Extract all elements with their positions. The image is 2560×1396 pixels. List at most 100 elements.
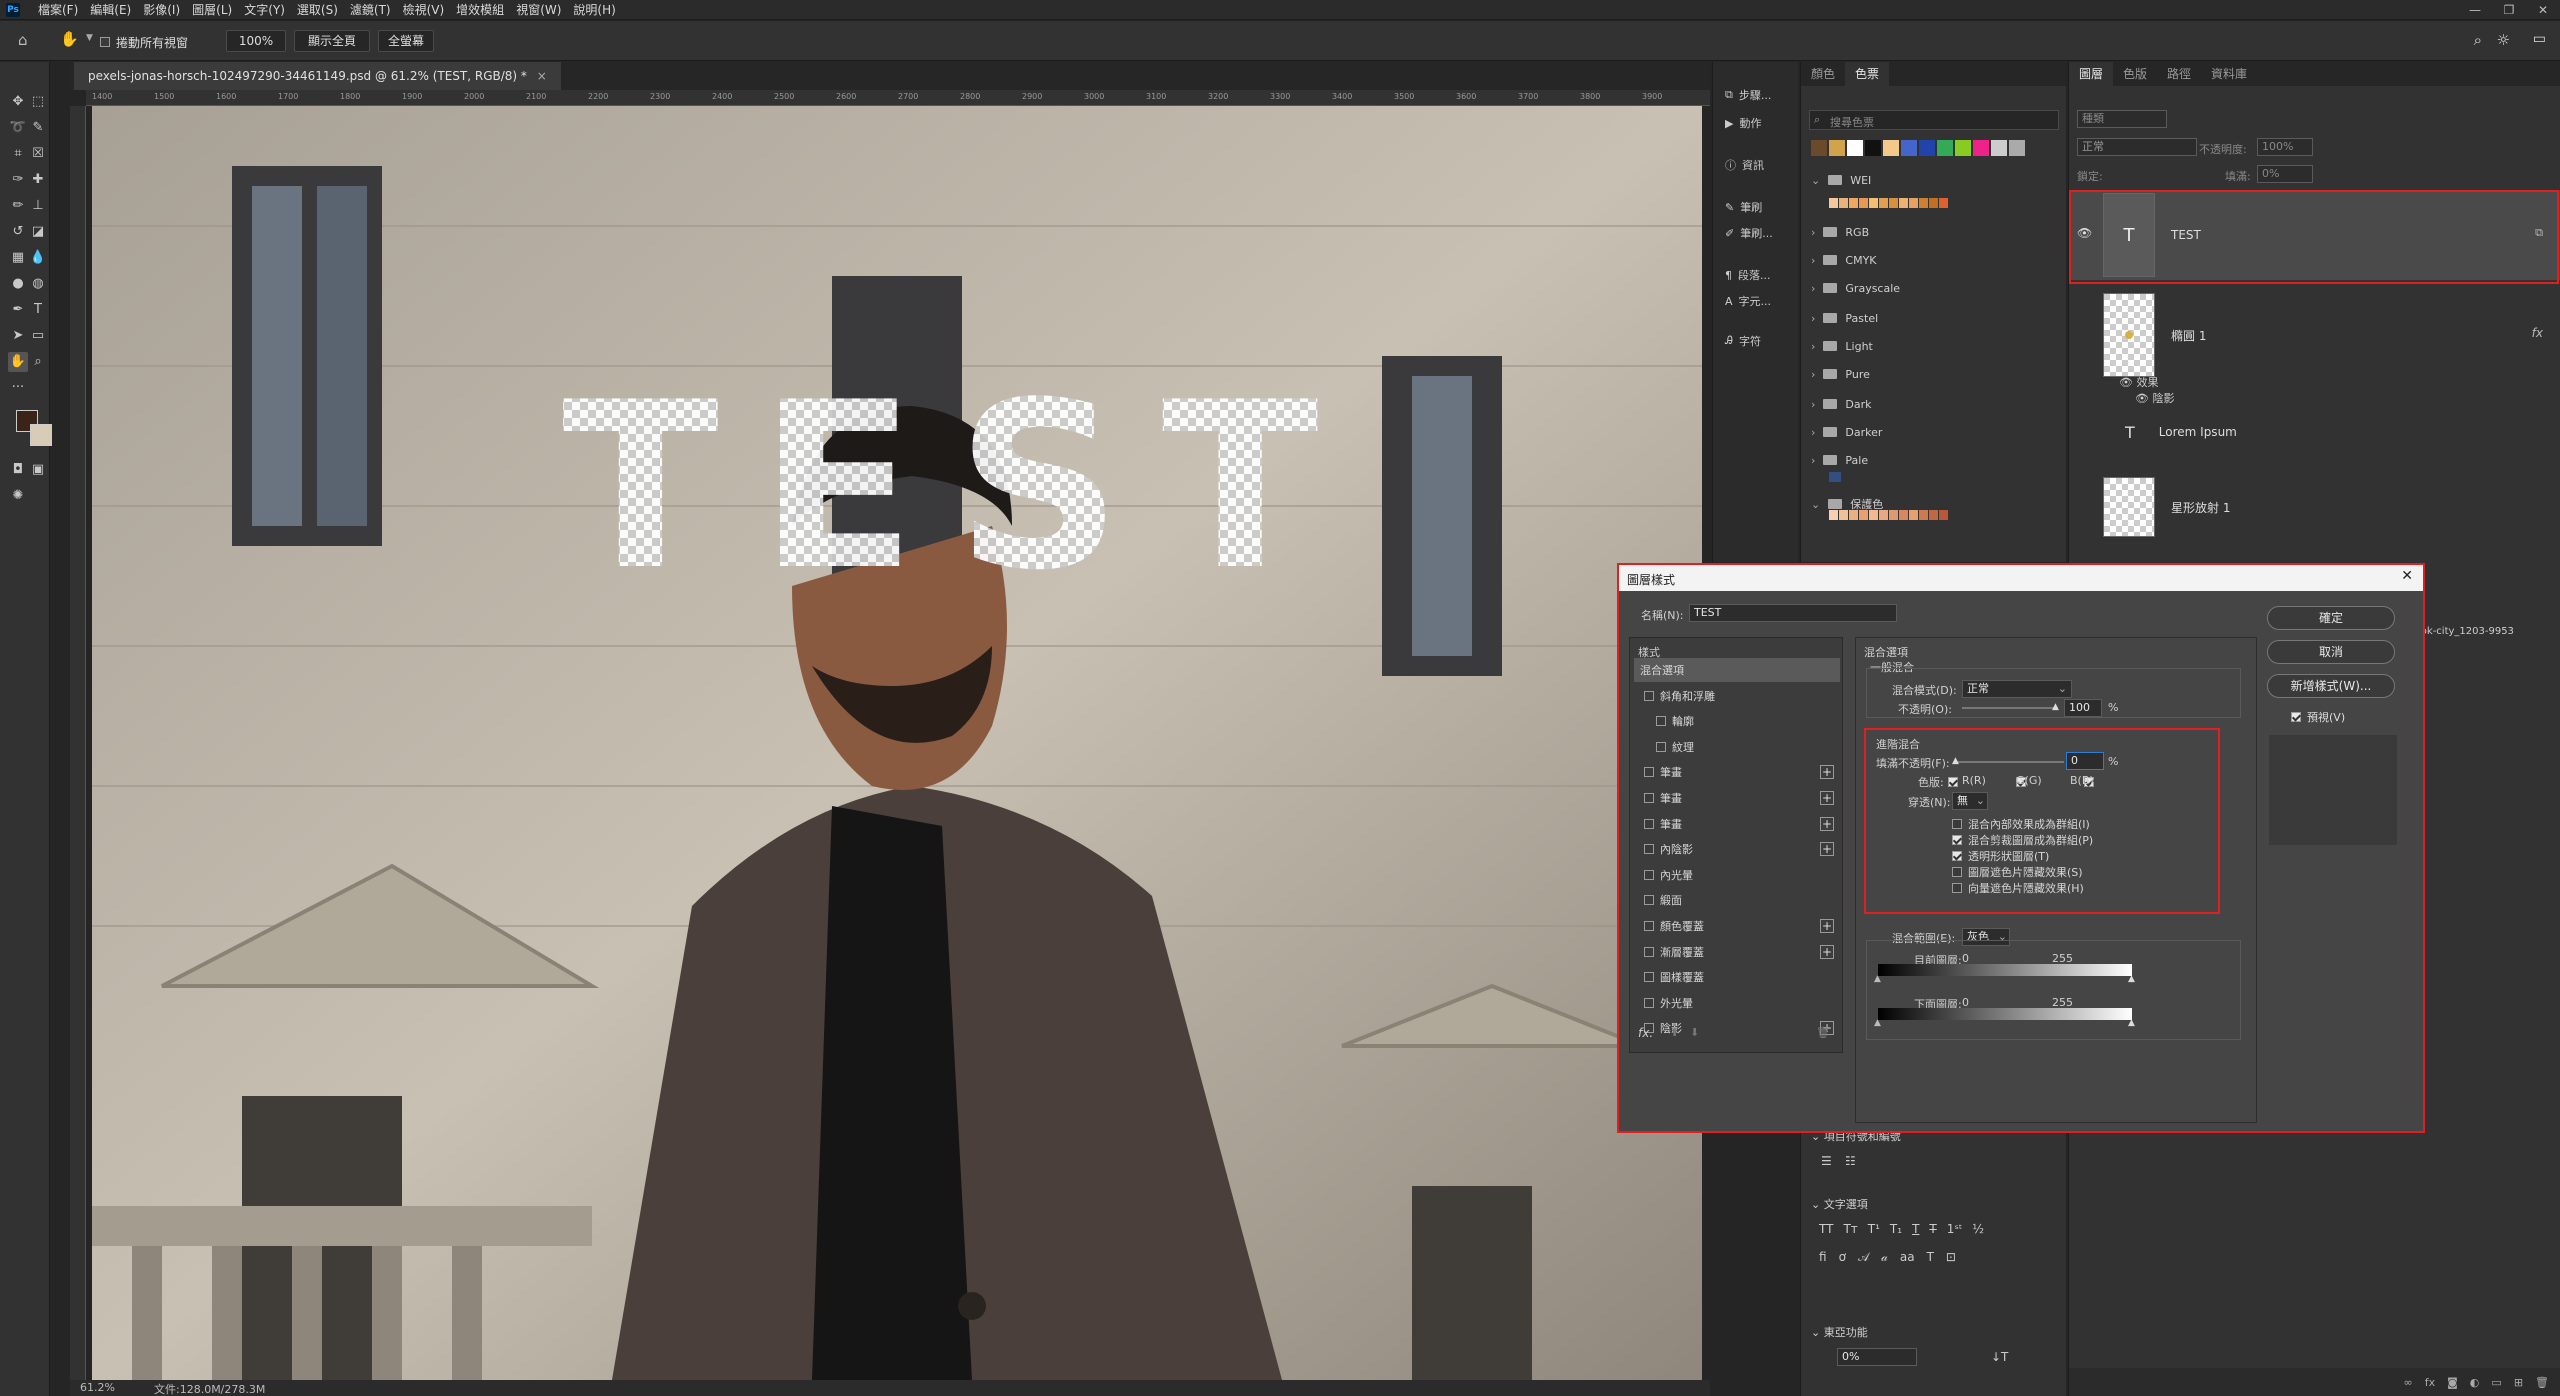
fx-menu-icon[interactable]: fx. [1638,1026,1653,1040]
gradient-tool-icon[interactable]: ▦ [8,248,28,268]
workspace-icon[interactable]: ▭ [2533,31,2546,47]
tab-libraries[interactable]: 資料庫 [2201,62,2257,86]
swatch-group[interactable]: › Light [1811,336,1873,356]
more-tools-icon[interactable]: ··· [8,378,28,398]
add-effect-icon[interactable]: + [1820,791,1834,805]
menu-item[interactable]: 編輯(E) [84,0,137,20]
trash-icon[interactable]: 🗑 [2535,1376,2549,1389]
swatch-group[interactable]: › Pale [1811,450,1868,470]
color-swatch[interactable] [1899,198,1908,208]
dock-item[interactable]: ✐ 筆刷... [1713,220,1799,246]
brush-tool-icon[interactable]: ✏ [8,196,28,216]
style-item[interactable]: 內光暈 [1634,863,1840,887]
fill-screen-button[interactable]: 全螢幕 [378,30,434,52]
color-swatch[interactable] [1991,140,2007,156]
style-item[interactable]: 內陰影 + [1634,837,1840,861]
history-brush-icon[interactable]: ↺ [8,222,28,242]
color-swatch[interactable] [1849,198,1858,208]
color-swatch[interactable] [1955,140,1971,156]
swatch-group[interactable]: ⌄ WEI [1811,170,1871,190]
superscript-icon[interactable]: T¹ [1868,1222,1880,1236]
style-item[interactable]: 緞面 [1634,888,1840,912]
restore-icon[interactable]: ❐ [2492,0,2526,20]
opacity-field[interactable]: 100% [2257,138,2313,156]
dialog-close-icon[interactable]: ✕ [2401,568,2413,584]
layer-row-starburst[interactable]: 星形放射 1 [2069,462,2560,552]
ordinal-icon[interactable]: 1ˢᵗ [1947,1222,1963,1236]
color-swatch[interactable] [1847,140,1863,156]
style-checkbox[interactable] [1644,767,1654,778]
advanced-option-row[interactable]: 向量遮色片隱藏效果(H) [1952,880,2084,896]
menu-item[interactable]: 選取(S) [291,0,344,20]
color-swatch[interactable] [1889,510,1898,520]
discretionary-lig-icon[interactable]: ơ [1839,1250,1846,1265]
color-swatch[interactable] [1919,140,1935,156]
style-item[interactable]: 圖樣覆蓋 [1634,965,1840,989]
advanced-option-checkbox[interactable] [1952,851,1962,861]
layer-row-lorem[interactable]: T Lorem Ipsum [2069,412,2560,452]
kind-filter[interactable]: 種類 [2077,110,2167,128]
style-name-field[interactable]: TEST [1689,604,1897,622]
menu-item[interactable]: 檔案(F) [32,0,84,20]
color-swatch[interactable] [1973,140,1989,156]
dock-item[interactable]: ▶ 動作 [1713,110,1799,136]
generative-icon[interactable]: ✺ [8,486,28,506]
style-checkbox[interactable] [1644,997,1654,1008]
style-checkbox[interactable] [1644,690,1654,701]
blur-tool-icon[interactable]: 💧 [28,248,48,268]
advanced-option-checkbox[interactable] [1952,883,1962,893]
color-swatch[interactable] [1869,510,1878,520]
scroll-all-checkbox[interactable] [100,37,110,47]
tsume-field[interactable]: 0% [1837,1348,1917,1366]
opacity-slider-track[interactable] [1962,707,2058,709]
marquee-tool-icon[interactable]: ⬚ [28,92,48,112]
adjustment-icon[interactable]: ◐ [2470,1376,2480,1389]
color-swatch[interactable] [1869,198,1878,208]
style-item[interactable]: 外光暈 [1634,991,1840,1015]
swatch-group[interactable]: › Pastel [1811,308,1878,328]
color-swatch[interactable] [1829,198,1838,208]
color-swatch[interactable] [1939,510,1948,520]
menu-item[interactable]: 視窗(W) [510,0,567,20]
titling-icon[interactable]: aa [1900,1250,1915,1265]
color-swatch[interactable] [1939,198,1948,208]
style-item[interactable]: 筆畫 + [1634,760,1840,784]
tab-layers[interactable]: 圖層 [2069,62,2114,86]
dock-item[interactable]: Ꭿ 字符 [1713,328,1799,354]
zoom-100-button[interactable]: 100% [226,30,286,52]
style-checkbox[interactable] [1644,921,1654,931]
document-tab[interactable]: pexels-jonas-horsch-102497290-34461149.p… [74,62,561,90]
this-layer-white-slider[interactable]: ▲ [2128,974,2135,984]
add-effect-icon[interactable]: + [1820,816,1834,831]
document-canvas[interactable]: TEST [92,106,1702,1380]
preview-checkbox[interactable] [2291,712,2301,722]
swatch-group[interactable]: › RGB [1811,222,1869,242]
section-east-asian[interactable]: ⌄ 東亞功能 [1811,1324,1868,1340]
underline-icon[interactable]: T [1912,1222,1919,1236]
tab-paths[interactable]: 路徑 [2157,62,2201,86]
menu-item[interactable]: 濾鏡(T) [344,0,397,20]
opacity-field[interactable]: 100 [2064,699,2102,717]
color-swatch[interactable] [1859,510,1868,520]
group-icon[interactable]: ▭ [2491,1376,2501,1389]
color-swatch[interactable] [1829,140,1845,156]
style-checkbox[interactable] [1644,972,1654,983]
style-checkbox[interactable] [1644,818,1654,829]
fit-screen-button[interactable]: 顯示全頁 [294,30,370,52]
home-icon[interactable]: ⌂ [18,31,28,49]
tab-color[interactable]: 顏色 [1801,62,1845,86]
lasso-tool-icon[interactable]: ➰ [8,118,28,138]
style-checkbox[interactable] [1644,895,1654,906]
color-swatch[interactable] [1919,510,1928,520]
healing-tool-icon[interactable]: ✚ [28,170,48,190]
swatch-group[interactable]: › Pure [1811,364,1870,384]
quick-mask-icon[interactable]: ◘ [8,460,28,480]
stylistic-alt-icon[interactable]: 𝒶 [1881,1250,1888,1265]
color-swatch[interactable] [1937,140,1953,156]
style-checkbox[interactable] [1644,844,1654,855]
fill-opacity-field[interactable]: 0 [2066,752,2104,770]
crop-tool-icon[interactable]: ⌗ [8,144,28,164]
numbered-list-icon[interactable]: ☷ [1845,1154,1856,1168]
style-checkbox[interactable] [1656,741,1666,752]
layer-row-ellipse[interactable]: 橢圓 1 fx [2069,290,2560,380]
